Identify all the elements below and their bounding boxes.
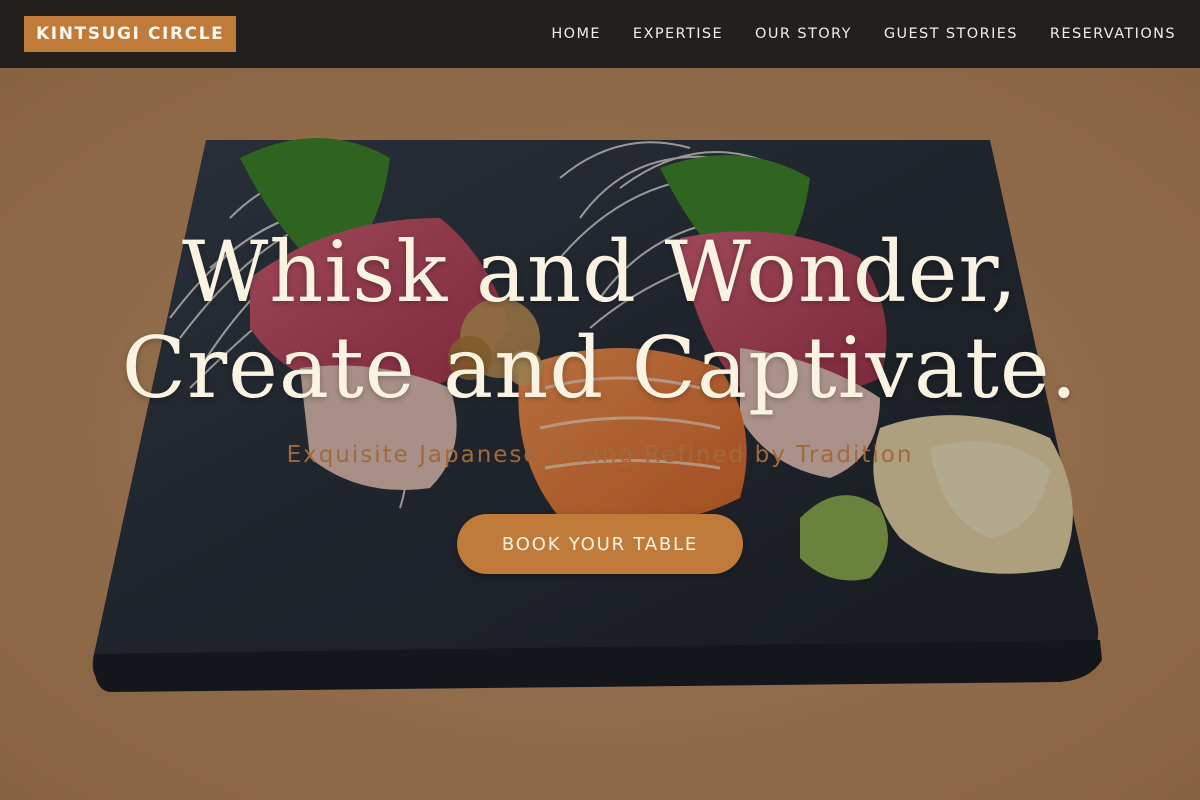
nav-item-home[interactable]: HOME: [551, 26, 601, 42]
hero-title-line-1: Whisk and Wonder,: [181, 223, 1019, 321]
nav-item-our-story[interactable]: OUR STORY: [755, 26, 852, 42]
hero-subtitle: Exquisite Japanese Dining Refined by Tra…: [286, 442, 914, 468]
brand-logo[interactable]: KINTSUGI CIRCLE: [24, 16, 237, 52]
hero-overlay: [0, 68, 1200, 800]
main-nav: HOME EXPERTISE OUR STORY GUEST STORIES R…: [551, 0, 1176, 68]
book-table-button[interactable]: BOOK YOUR TABLE: [457, 514, 743, 574]
hero-title-line-2: Create and Captivate.: [121, 319, 1079, 417]
hero-section: Whisk and Wonder, Create and Captivate. …: [0, 68, 1200, 800]
nav-item-guest-stories[interactable]: GUEST STORIES: [884, 26, 1018, 42]
nav-item-expertise[interactable]: EXPERTISE: [633, 26, 723, 42]
nav-item-reservations[interactable]: RESERVATIONS: [1050, 26, 1176, 42]
top-navigation-bar: KINTSUGI CIRCLE HOME EXPERTISE OUR STORY…: [0, 0, 1200, 68]
hero-title: Whisk and Wonder, Create and Captivate.: [0, 224, 1200, 416]
page: KINTSUGI CIRCLE HOME EXPERTISE OUR STORY…: [0, 0, 1200, 800]
